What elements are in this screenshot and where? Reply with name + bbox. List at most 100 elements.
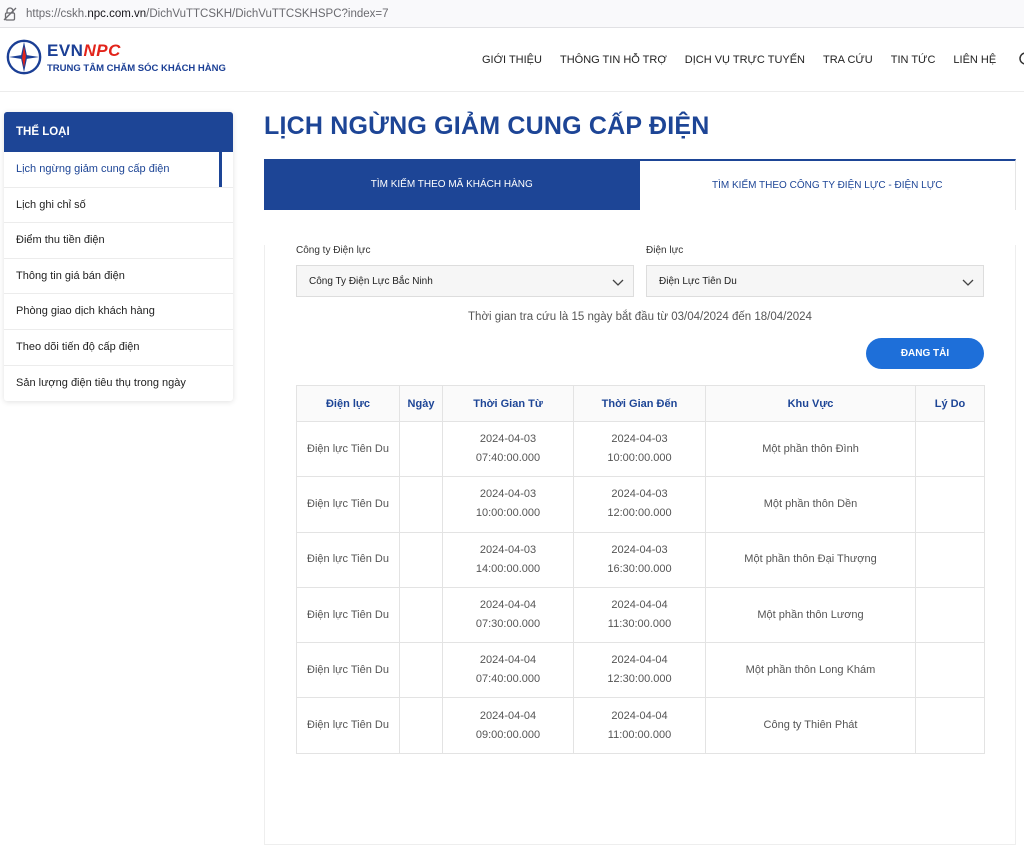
tab-search-by-customer-code[interactable]: TÌM KIẾM THEO MÃ KHÁCH HÀNG <box>264 159 640 210</box>
site-logo[interactable]: EVNNPC TRUNG TÂM CHĂM SÓC KHÁCH HÀNG <box>5 38 226 76</box>
column-header: Ngày <box>399 385 443 422</box>
category-sidebar: THỂ LOẠI Lịch ngừng giảm cung cấp điện L… <box>4 112 233 402</box>
cell-time-from-text: 2024-04-03 <box>479 488 537 501</box>
table-row: Điện lực Tiên Du 2024-04-04 09:00:00.000 20… <box>296 697 985 754</box>
company-select-value: Công Ty Điện Lực Bắc Ninh <box>309 275 433 287</box>
chevron-down-icon <box>612 279 624 286</box>
cell-area-text: Một phần thôn Lương <box>757 608 864 621</box>
cell-date <box>399 586 443 644</box>
sidebar-item-tien-do-cap-dien[interactable]: Theo dõi tiến độ cấp điện <box>4 330 233 366</box>
branch-label: Điện lực <box>646 245 684 256</box>
cell-date <box>399 642 443 699</box>
cell-area: Một phần thôn Đại Thượng <box>705 531 916 588</box>
cell-time-from-text: 2024-04-04 <box>479 599 537 612</box>
cell-branch-text: Điện lực Tiên Du <box>307 719 389 732</box>
company-select[interactable]: Công Ty Điện Lực Bắc Ninh <box>296 265 634 297</box>
cell-branch-text: Điện lực Tiên Du <box>307 608 389 621</box>
cell-time-to-text: 12:00:00.000 <box>607 507 672 520</box>
cell-time-to: 2024-04-04 11:30:00.000 <box>573 586 706 644</box>
nav-thong-tin-ho-tro[interactable]: THÔNG TIN HỖ TRỢ <box>560 54 667 66</box>
address-bar[interactable]: https://cskh.npc.com.vn/DichVuTTCSKH/Dic… <box>0 0 1024 28</box>
nav-lien-he[interactable]: LIÊN HỆ <box>953 54 996 66</box>
table-row: Điện lực Tiên Du 2024-04-03 10:00:00.000 20… <box>296 476 985 533</box>
cell-reason <box>915 642 985 699</box>
search-period-hint: Thời gian tra cứu là 15 ngày bắt đầu từ … <box>468 311 812 323</box>
loading-button[interactable]: ĐANG TẢI <box>866 338 984 369</box>
cell-branch-text: Điện lực Tiên Du <box>307 442 389 455</box>
cell-area-text: Một phần thôn Đại Thượng <box>744 553 877 566</box>
cell-area-text: Công ty Thiên Phát <box>763 719 858 732</box>
cell-time-to: 2024-04-03 16:30:00.000 <box>573 531 706 588</box>
nav-dich-vu-truc-tuyen[interactable]: DỊCH VỤ TRỰC TUYẾN <box>685 54 805 66</box>
table-row: Điện lực Tiên Du 2024-04-04 07:30:00.000 20… <box>296 586 985 644</box>
page-title: LỊCH NGỪNG GIẢM CUNG CẤP ĐIỆN <box>264 112 710 140</box>
main-nav: GIỚI THIỆU THÔNG TIN HỖ TRỢ DỊCH VỤ TRỰC… <box>482 28 1024 92</box>
branch-select[interactable]: Điện Lực Tiên Du <box>646 265 984 297</box>
sidebar-item-san-luong-dien[interactable]: Sản lượng điện tiêu thụ trong ngày <box>4 366 233 402</box>
search-icon[interactable] <box>1018 51 1024 69</box>
cell-time-to: 2024-04-03 10:00:00.000 <box>573 420 706 478</box>
cell-time-from-text: 07:40:00.000 <box>475 452 541 465</box>
site-header: EVNNPC TRUNG TÂM CHĂM SÓC KHÁCH HÀNG GIỚ… <box>0 28 1024 92</box>
cell-area: Một phần thôn Lương <box>705 586 916 644</box>
cell-time-from: 2024-04-04 09:00:00.000 <box>442 697 574 754</box>
cell-time-to-text: 2024-04-04 <box>611 709 668 722</box>
cell-date <box>399 531 443 588</box>
column-header: Điện lực <box>296 385 400 422</box>
cell-time-from: 2024-04-03 14:00:00.000 <box>442 531 574 588</box>
sidebar-item-phong-giao-dich[interactable]: Phòng giao dịch khách hàng <box>4 294 233 330</box>
cell-branch: Điện lực Tiên Du <box>296 531 400 588</box>
cell-time-to-text: 2024-04-04 <box>611 599 668 612</box>
cell-time-from-text: 07:30:00.000 <box>475 618 541 631</box>
sidebar-item-diem-thu-tien[interactable]: Điểm thu tiền điện <box>4 223 233 259</box>
nav-tin-tuc[interactable]: TIN TỨC <box>891 54 936 66</box>
url-text[interactable]: https://cskh.npc.com.vn/DichVuTTCSKH/Dic… <box>26 8 389 20</box>
cell-time-to-text: 10:00:00.000 <box>607 452 672 465</box>
cell-area-text: Một phần thôn Long Khám <box>745 663 876 676</box>
nav-gioi-thieu[interactable]: GIỚI THIỆU <box>482 54 542 66</box>
tab-search-by-company[interactable]: TÌM KIẾM THEO CÔNG TY ĐIỆN LỰC - ĐIỆN LỰ… <box>639 159 1016 210</box>
cell-reason <box>915 697 985 754</box>
cell-area: Một phần thôn Dền <box>705 476 916 533</box>
main-content: LỊCH NGỪNG GIẢM CUNG CẤP ĐIỆN TÌM KIẾM T… <box>264 112 1016 845</box>
cell-time-to-text: 16:30:00.000 <box>607 562 672 575</box>
column-header: Thời Gian Từ <box>442 385 574 422</box>
table-row: Điện lực Tiên Du 2024-04-03 07:40:00.000 20… <box>296 420 985 478</box>
sidebar-item-lich-ngung-giam[interactable]: Lịch ngừng giảm cung cấp điện <box>4 152 233 188</box>
brand-subtitle: TRUNG TÂM CHĂM SÓC KHÁCH HÀNG <box>47 63 226 74</box>
cell-time-to: 2024-04-04 11:00:00.000 <box>573 697 706 754</box>
cell-reason <box>915 476 985 533</box>
sidebar-item-gia-ban-dien[interactable]: Thông tin giá bán điện <box>4 259 233 295</box>
column-header: Lý Do <box>915 385 985 422</box>
cell-time-from: 2024-04-03 07:40:00.000 <box>442 420 574 478</box>
evn-logo-icon <box>6 39 42 75</box>
brand-evn: EVN <box>47 41 84 60</box>
cell-time-to-text: 2024-04-04 <box>611 654 668 667</box>
site-info-icon[interactable] <box>2 6 18 22</box>
cell-time-from-text: 10:00:00.000 <box>475 507 541 520</box>
nav-tra-cuu[interactable]: TRA CỨU <box>823 54 873 66</box>
cell-time-to: 2024-04-03 12:00:00.000 <box>573 476 706 533</box>
cell-branch: Điện lực Tiên Du <box>296 697 400 754</box>
table-row: Điện lực Tiên Du 2024-04-04 07:40:00.000 20… <box>296 642 985 699</box>
cell-branch: Điện lực Tiên Du <box>296 420 400 478</box>
search-tabs: TÌM KIẾM THEO MÃ KHÁCH HÀNG TÌM KIẾM THE… <box>264 159 1016 210</box>
column-header: Thời Gian Đến <box>573 385 706 422</box>
cell-branch-text: Điện lực Tiên Du <box>307 663 389 676</box>
chevron-down-icon <box>962 279 974 286</box>
cell-time-from-text: 2024-04-04 <box>479 709 537 722</box>
cell-date <box>399 476 443 533</box>
sidebar-item-lich-ghi-chi-so[interactable]: Lịch ghi chỉ số <box>4 188 233 224</box>
cell-date <box>399 420 443 478</box>
cell-time-from-text: 14:00:00.000 <box>475 562 541 575</box>
column-header: Khu Vực <box>705 385 916 422</box>
cell-time-to-text: 2024-04-03 <box>611 488 668 501</box>
cell-time-to-text: 11:00:00.000 <box>607 728 672 741</box>
cell-area: Một phần thôn Long Khám <box>705 642 916 699</box>
cell-time-from-text: 2024-04-03 <box>479 433 537 446</box>
cell-area: Công ty Thiên Phát <box>705 697 916 754</box>
cell-area: Một phần thôn Đình <box>705 420 916 478</box>
cell-time-to-text: 2024-04-03 <box>611 543 668 556</box>
cell-time-to-text: 2024-04-03 <box>611 433 668 446</box>
cell-date <box>399 697 443 754</box>
